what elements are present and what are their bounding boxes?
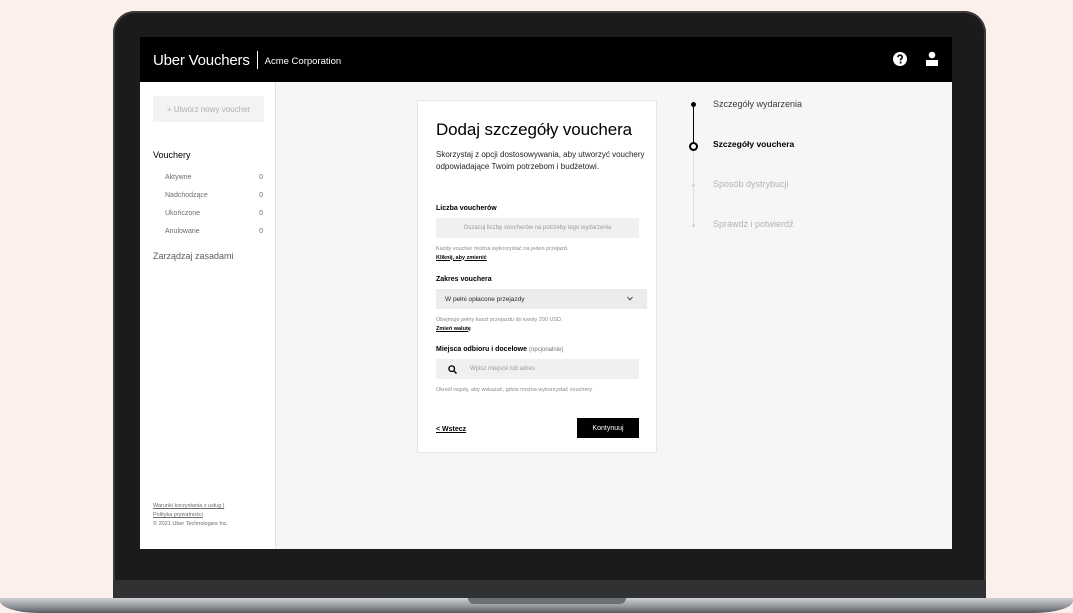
- sidebar-heading-vouchers[interactable]: Vouchery: [153, 150, 191, 160]
- voucher-count-input[interactable]: Oszacuj liczbę voucherów na potrzeby teg…: [436, 218, 639, 238]
- change-count-link[interactable]: Kliknij, aby zmienić: [436, 254, 646, 263]
- optional-tag: (opcjonalnie): [528, 347, 564, 353]
- sidebar: + Utwórz nowy voucher Vouchery Aktywne 0…: [140, 82, 276, 549]
- search-icon: [448, 364, 457, 374]
- form-description: Skorzystaj z opcji dostosowywania, aby u…: [436, 150, 645, 171]
- hint-text: Każdy voucher można wykorzystać na jeden…: [436, 246, 569, 252]
- back-link[interactable]: < Wstecz: [436, 426, 466, 433]
- sidebar-item-upcoming[interactable]: Nadchodzące 0: [165, 192, 263, 199]
- app-screen: Uber Vouchers Acme Corporation + Utwórz …: [140, 37, 952, 549]
- sidebar-item-cancelled[interactable]: Anulowane 0: [165, 228, 263, 235]
- step-voucher-details: Szczegóły vouchera: [713, 139, 795, 149]
- page-title: Dodaj szczegóły vouchera: [436, 120, 633, 139]
- user-icon[interactable]: [925, 51, 939, 66]
- continue-button[interactable]: Kontynuuj: [577, 418, 639, 438]
- sidebar-item-count: 0: [259, 192, 263, 199]
- sidebar-item-label: Anulowane: [165, 228, 200, 235]
- sidebar-item-label: Ukończone: [165, 210, 201, 217]
- sidebar-item-count: 0: [259, 210, 263, 217]
- places-search-input[interactable]: Wpisz miejsce lub adres: [436, 359, 639, 379]
- sidebar-item-count: 0: [259, 228, 263, 235]
- brand-name: Uber Vouchers: [153, 51, 250, 69]
- laptop-notch: [468, 598, 626, 604]
- brand-divider: [256, 51, 258, 69]
- step-dot-complete: [691, 102, 696, 107]
- stepper-line-pending: [693, 148, 694, 228]
- step-review-confirm: Sprawdź i potwierdź: [713, 219, 794, 229]
- change-currency-link[interactable]: Zmień walutę: [436, 325, 646, 334]
- create-voucher-button[interactable]: + Utwórz nowy voucher: [153, 96, 264, 122]
- stepper-line-complete: [693, 106, 694, 143]
- manage-rules-link[interactable]: Zarządzaj zasadami: [153, 251, 234, 261]
- privacy-link[interactable]: Polityka prywatności: [153, 511, 228, 520]
- sidebar-item-active[interactable]: Aktywne 0: [165, 174, 263, 181]
- places-label: Miejsca odbioru i docelowe (opcjonalnie): [436, 346, 563, 353]
- progress-stepper: Szczegóły wydarzenia Szczegóły vouchera …: [680, 95, 940, 235]
- laptop-bezel: [113, 580, 986, 598]
- sidebar-item-label: Nadchodzące: [165, 192, 208, 199]
- places-label-text: Miejsca odbioru i docelowe: [436, 346, 528, 353]
- sidebar-item-count: 0: [259, 174, 263, 181]
- brand[interactable]: Uber Vouchers Acme Corporation: [153, 51, 341, 69]
- app-header: Uber Vouchers Acme Corporation: [140, 37, 952, 82]
- help-icon[interactable]: [893, 52, 907, 66]
- voucher-count-hint: Każdy voucher można wykorzystać na jeden…: [436, 245, 646, 262]
- sidebar-footer: Warunki korzystania z usług | Polityka p…: [153, 502, 228, 529]
- company-name: Acme Corporation: [264, 55, 342, 67]
- terms-link[interactable]: Warunki korzystania z usług |: [153, 502, 228, 511]
- voucher-scope-label: Zakres vouchera: [436, 276, 492, 283]
- step-dot-pending: [692, 184, 695, 187]
- step-dot-pending: [692, 224, 695, 227]
- voucher-scope-hint: Obejmuje pełny koszt przejazdu do kwoty …: [436, 316, 646, 333]
- sidebar-item-label: Aktywne: [165, 174, 192, 181]
- copyright-text: © 2021 Uber Technologies Inc.: [153, 521, 229, 527]
- voucher-scope-select[interactable]: W pełni opłacone przejazdy: [436, 289, 647, 309]
- hint-text: Obejmuje pełny koszt przejazdu do kwoty …: [436, 317, 563, 323]
- step-distribution: Sposób dystrybucji: [713, 179, 789, 189]
- selected-value: W pełni opłacone przejazdy: [445, 295, 525, 303]
- voucher-count-label: Liczba voucherów: [436, 205, 497, 212]
- sidebar-item-completed[interactable]: Ukończone 0: [165, 210, 263, 217]
- step-marker-current: [689, 142, 698, 151]
- places-hint: Określ reguły, aby wskazać, gdzie można …: [436, 387, 593, 393]
- voucher-details-form: Dodaj szczegóły vouchera Skorzystaj z op…: [417, 100, 657, 453]
- step-event-details[interactable]: Szczegóły wydarzenia: [713, 99, 802, 109]
- chevron-down-icon: [627, 296, 633, 301]
- search-placeholder: Wpisz miejsce lub adres: [470, 366, 535, 372]
